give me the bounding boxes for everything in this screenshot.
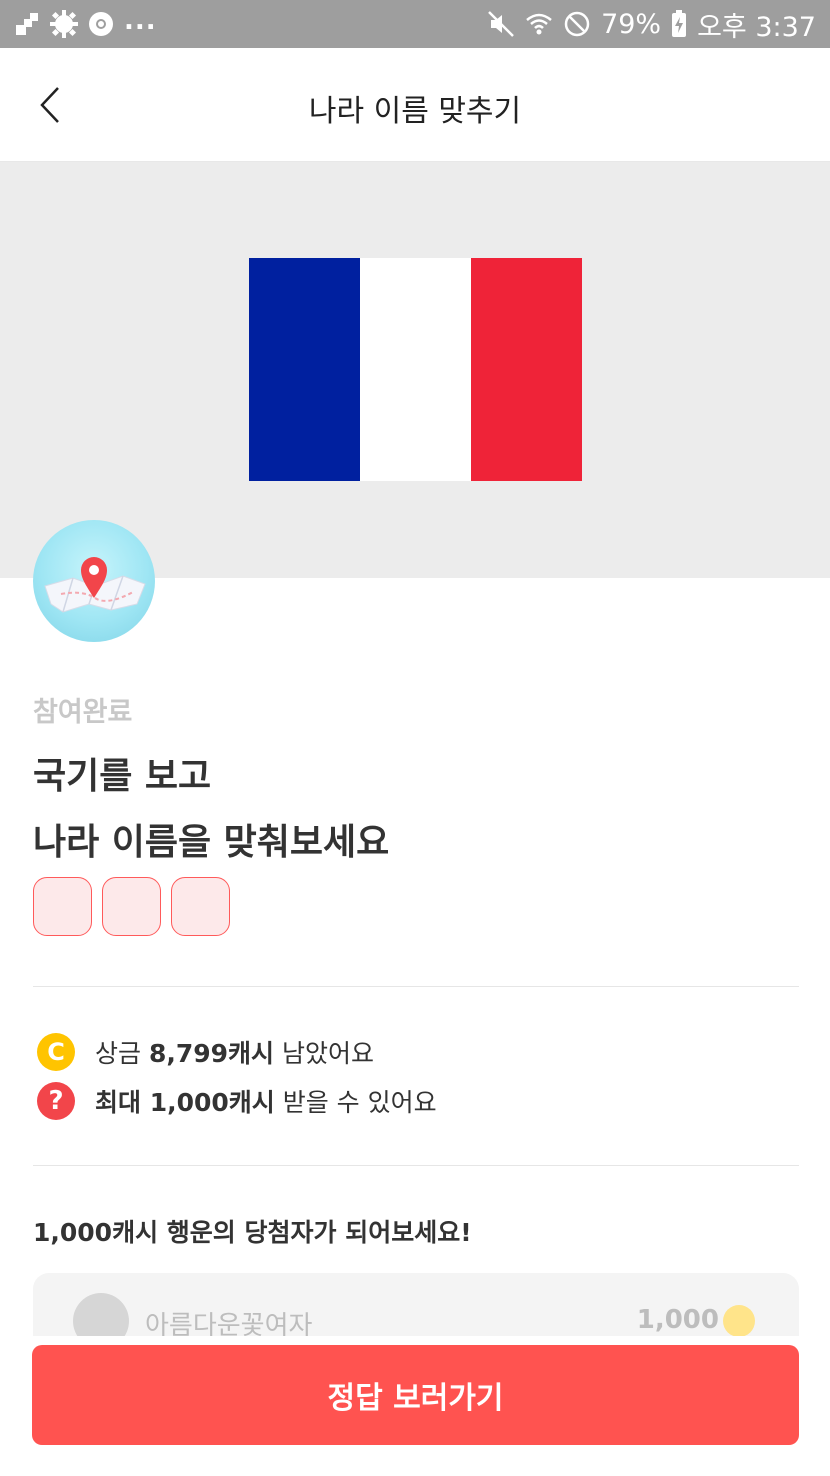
max-reward-amount: 최대 1,000캐시 xyxy=(95,1088,275,1117)
app-header: 나라 이름 맞추기 xyxy=(0,48,830,162)
map-pin-icon xyxy=(44,557,146,613)
clock: 오후 3:37 xyxy=(697,11,816,43)
wifi-icon xyxy=(525,10,553,38)
country-flag xyxy=(249,258,582,481)
winners-heading: 1,000캐시 행운의 당첨자가 되어보세요! xyxy=(33,1218,472,1247)
do-not-disturb-icon xyxy=(563,10,591,38)
prize-suffix: 남았어요 xyxy=(274,1039,374,1068)
divider xyxy=(33,986,799,987)
coin-icon xyxy=(723,1305,755,1337)
flag-stripe-2 xyxy=(360,258,471,481)
divider xyxy=(33,1165,799,1166)
answer-box-1[interactable] xyxy=(33,877,92,936)
chrome-icon xyxy=(88,11,114,37)
max-reward-suffix: 받을 수 있어요 xyxy=(274,1088,437,1117)
quiz-map-avatar xyxy=(33,520,155,642)
prize-label: 상금 xyxy=(95,1039,149,1068)
status-right-icons: 79% 오후 3:37 xyxy=(487,0,816,48)
flag-stripe-3 xyxy=(471,258,582,481)
question-title-line2: 나라 이름을 맞춰보세요 xyxy=(33,822,390,863)
flag-stripe-1 xyxy=(249,258,360,481)
question-title-line1: 국기를 보고 xyxy=(33,756,212,797)
status-left-icons: ... xyxy=(14,0,157,48)
page-title: 나라 이름 맞추기 xyxy=(308,94,522,129)
answer-box-2[interactable] xyxy=(102,877,161,936)
help-icon[interactable]: ? xyxy=(37,1082,75,1120)
participation-status: 참여완료 xyxy=(33,697,133,728)
winner-list-item: 아름다운꽃여자 1,000 xyxy=(33,1273,799,1343)
max-reward-text: 최대 1,000캐시 받을 수 있어요 xyxy=(95,1083,437,1119)
coin-icon: C xyxy=(37,1033,75,1071)
mute-icon xyxy=(487,10,515,38)
flag-display-area xyxy=(0,162,830,578)
settings-gear-icon xyxy=(50,10,78,38)
view-answer-button[interactable]: 정답 보러가기 xyxy=(32,1345,799,1445)
answer-box-3[interactable] xyxy=(171,877,230,936)
prize-amount: 8,799캐시 xyxy=(148,1039,275,1068)
prize-remaining-text: 상금 8,799캐시 남았어요 xyxy=(95,1034,374,1070)
battery-charging-icon xyxy=(671,10,687,38)
winner-amount: 1,000 xyxy=(636,1305,719,1335)
status-bar: ... 79% 오후 3:37 xyxy=(0,0,830,48)
more-notifications-icon: ... xyxy=(124,6,157,36)
max-reward-row: ? 최대 1,000캐시 받을 수 있어요 xyxy=(37,1082,437,1120)
battery-percent: 79% xyxy=(601,8,662,40)
prize-remaining-row: C 상금 8,799캐시 남았어요 xyxy=(37,1033,374,1071)
notification-icon xyxy=(14,11,40,37)
answer-boxes xyxy=(33,877,230,936)
